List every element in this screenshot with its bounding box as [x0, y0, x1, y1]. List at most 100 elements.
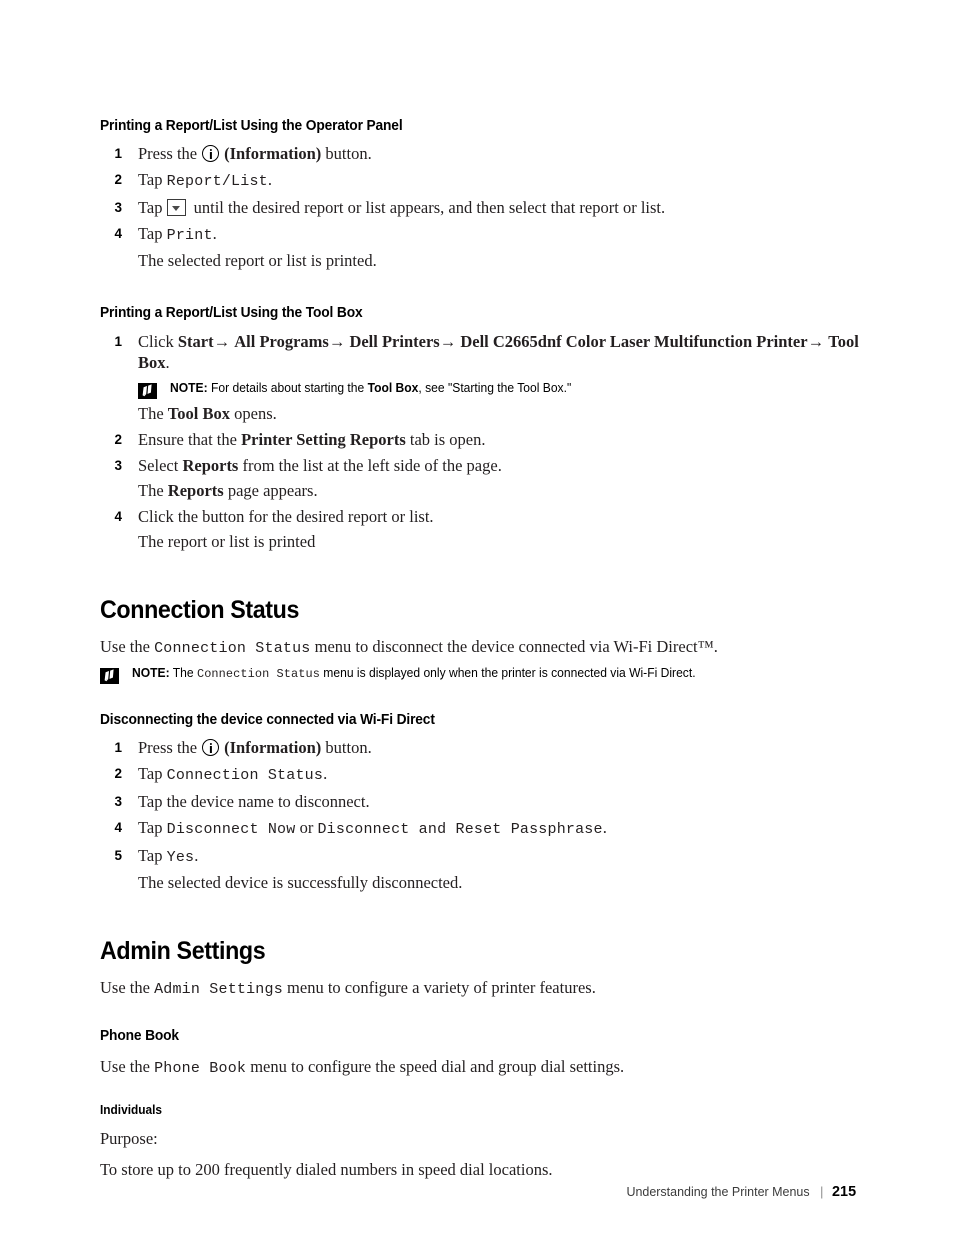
footer-title: Understanding the Printer Menus — [626, 1184, 810, 1199]
step-item: 2 Ensure that the Printer Setting Report… — [100, 429, 860, 450]
menu-path-0: Start — [177, 331, 214, 351]
step-text: Select Reports from the list at the left… — [138, 456, 502, 475]
steps-tool-box: 1 Click Start→ All Programs→ Dell Printe… — [100, 331, 860, 552]
footer-separator: | — [820, 1184, 824, 1199]
note-tool-box: NOTE: For details about starting the Too… — [100, 380, 860, 399]
step-item: 4 Tap Disconnect Now or Disconnect and R… — [100, 817, 860, 840]
information-icon[interactable] — [202, 145, 220, 163]
step-item: 3 Tap until the desired report or list a… — [100, 197, 860, 218]
menu-name-alt: Disconnect and Reset Passphrase — [317, 821, 603, 839]
page-footer: Understanding the Printer Menus | 215 — [38, 1183, 954, 1200]
step-text-prefix: Tap — [138, 170, 163, 190]
menu-path-1: All Programs — [234, 331, 329, 351]
menu-path-2: Dell Printers — [349, 331, 440, 351]
step-text: Tap the device name to disconnect. — [138, 792, 370, 812]
step-text-after: tab is open. — [405, 429, 486, 449]
step-number: 4 — [114, 226, 122, 242]
step-text-bold: (Information) — [224, 144, 322, 164]
heading-operator-panel: Printing a Report/List Using the Operato… — [100, 118, 403, 134]
step-text-suffix: . — [323, 764, 328, 784]
menu-name: Print — [166, 227, 213, 245]
heading-disconnecting-device: Disconnecting the device connected via W… — [100, 712, 435, 729]
note-pencil-icon — [100, 668, 119, 685]
step-text: Tap until the desired report or list app… — [138, 198, 665, 217]
step-result: The selected device is successfully disc… — [138, 873, 463, 893]
step-text: Ensure that the Printer Setting Reports … — [138, 430, 486, 449]
step-number: 5 — [114, 848, 122, 864]
step-text: Tap Yes. — [138, 846, 199, 866]
step-text: Tap Disconnect Now or Disconnect and Res… — [138, 818, 607, 839]
step-text-prefix: Tap — [138, 764, 163, 784]
reports-page-result: The Reports page appears. — [100, 480, 860, 501]
note-text: NOTE: For details about starting the Too… — [170, 380, 571, 397]
path-arrow-icon: → — [328, 331, 346, 351]
note-label: NOTE: — [170, 380, 208, 395]
step-text: Click the button for the desired report … — [138, 506, 434, 526]
purpose-label: Purpose: — [100, 1128, 158, 1148]
heading-phone-book: Phone Book — [100, 1027, 179, 1044]
step-item: 1 Press the (Information) button. — [100, 143, 860, 164]
heading-individuals: Individuals — [100, 1102, 163, 1117]
step-item: 1 Press the (Information) button. — [100, 737, 860, 758]
step-text: Press the (Information) button. — [138, 144, 372, 163]
step-text-before: Select — [138, 455, 183, 475]
path-arrow-icon: → — [213, 331, 231, 351]
step-text-suffix: . — [602, 818, 607, 838]
menu-name: Admin Settings — [154, 981, 283, 999]
step-text-bold: (Information) — [224, 738, 322, 758]
step-number: 3 — [114, 200, 122, 216]
path-arrow-icon: → — [439, 331, 457, 351]
path-arrow-icon: → — [807, 331, 825, 351]
purpose-text: To store up to 200 frequently dialed num… — [100, 1160, 553, 1179]
dropdown-arrow-icon[interactable] — [166, 199, 186, 217]
heading-admin-settings: Admin Settings — [100, 937, 266, 966]
step-item: 4 Click the button for the desired repor… — [100, 506, 860, 527]
step-text-prefix: Click — [138, 331, 178, 351]
step-number: 1 — [114, 146, 122, 162]
intro-before: Use the — [100, 1057, 155, 1077]
bold-term: Tool Box — [167, 403, 230, 423]
connection-status-intro: Use the Connection Status menu to discon… — [100, 636, 860, 659]
note-label: NOTE: — [132, 666, 170, 681]
step-text: Tap Connection Status. — [138, 764, 328, 785]
step-text-prefix: Press the — [138, 738, 198, 758]
note-bold-term: Tool Box — [367, 380, 419, 395]
step-bold-term: Reports — [182, 455, 239, 475]
step-text-prefix: Tap — [138, 818, 163, 838]
step-number: 2 — [114, 431, 122, 447]
note-text-before: For details about starting the — [210, 380, 368, 395]
step-result: The report or list is printed — [138, 531, 316, 551]
step-number: 3 — [114, 794, 122, 810]
menu-name: Report/List — [166, 173, 268, 191]
information-icon[interactable] — [202, 739, 220, 757]
menu-name: Connection Status — [196, 667, 320, 682]
intro-before: Use the — [100, 636, 155, 656]
phone-book-intro: Use the Phone Book menu to configure the… — [100, 1056, 860, 1079]
step-text-suffix: until the desired report or list appears… — [193, 198, 666, 218]
step-text: Click Start→ All Programs→ Dell Printers… — [138, 332, 859, 372]
step-text-suffix: button. — [325, 738, 372, 758]
step-number: 3 — [114, 457, 122, 473]
page-number: 215 — [832, 1183, 857, 1200]
step-number: 4 — [114, 508, 122, 524]
document-page: Printing a Report/List Using the Operato… — [0, 0, 954, 1235]
step-number: 1 — [114, 333, 122, 349]
note-pencil-icon — [138, 382, 157, 399]
step-text-prefix: Tap — [138, 224, 163, 244]
steps-disconnect: 1 Press the (Information) button. 2 Tap C… — [100, 737, 860, 893]
step-text-suffix: . — [267, 170, 272, 190]
page-content: Printing a Report/List Using the Operato… — [100, 118, 860, 1180]
step-item: 2 Tap Connection Status. — [100, 763, 860, 786]
step-item: 2 Tap Report/List. — [100, 169, 860, 192]
step-text-suffix: . — [194, 846, 199, 866]
menu-name: Connection Status — [166, 767, 324, 785]
step-text-middle: or — [299, 818, 314, 838]
step-number: 2 — [114, 766, 122, 782]
step-text: Tap Print. — [138, 224, 217, 245]
step-text-suffix: . — [165, 352, 170, 372]
bold-term: Reports — [167, 480, 224, 500]
note-text-before: The — [172, 666, 197, 681]
step-bold-term: Printer Setting Reports — [241, 429, 406, 449]
step-text-prefix: Tap — [138, 198, 163, 218]
step-text-prefix: Press the — [138, 144, 198, 164]
